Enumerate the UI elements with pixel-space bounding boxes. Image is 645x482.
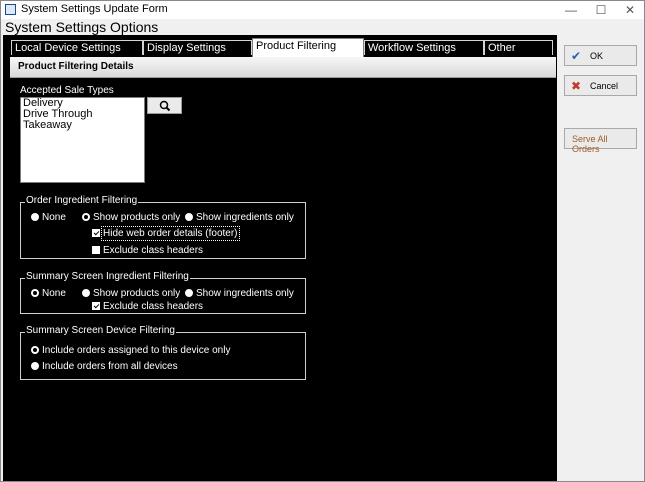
radio-summary-show-products[interactable]: Show products only	[82, 288, 180, 300]
group-title: Order Ingredient Filtering	[25, 195, 139, 206]
tab-content-area: Local Device Settings Display Settings P…	[3, 35, 557, 481]
order-ingredient-filtering-group: Order Ingredient Filtering None Show pro…	[20, 195, 306, 259]
summary-ingredient-filtering-group: Summary Screen Ingredient Filtering None…	[20, 271, 306, 314]
checkbox-hide-web-order[interactable]: Hide web order details (footer)	[92, 226, 240, 241]
window-title: System Settings Update Form	[21, 3, 168, 15]
app-icon	[5, 4, 16, 15]
tab-local-device-settings[interactable]: Local Device Settings	[11, 40, 143, 55]
checkmark-icon: ✔	[571, 49, 582, 63]
radio-order-show-ingredients[interactable]: Show ingredients only	[185, 212, 294, 224]
radio-device-all[interactable]: Include orders from all devices	[31, 361, 178, 373]
form-title: System Settings Options	[5, 19, 159, 35]
form-header: System Settings Options	[1, 19, 644, 35]
group-title: Summary Screen Ingredient Filtering	[25, 271, 190, 282]
product-filtering-panel: Product Filtering Details Accepted Sale …	[10, 57, 556, 477]
search-button[interactable]	[147, 97, 182, 114]
serve-all-orders-button[interactable]: Serve All Orders	[564, 128, 637, 154]
settings-window: System Settings Update Form — ☐ ✕ System…	[0, 0, 645, 482]
radio-summary-none[interactable]: None	[31, 288, 66, 300]
sale-types-list[interactable]: Delivery Drive Through Takeaway	[20, 97, 145, 183]
radio-device-this-only[interactable]: Include orders assigned to this device o…	[31, 345, 230, 357]
tab-display-settings[interactable]: Display Settings	[143, 40, 252, 55]
minimize-icon[interactable]: —	[556, 1, 586, 19]
list-item[interactable]: Takeaway	[21, 120, 144, 131]
radio-order-show-products[interactable]: Show products only	[82, 212, 180, 224]
panel-title: Product Filtering Details	[18, 61, 134, 72]
magnifier-icon	[159, 100, 171, 112]
group-title: Summary Screen Device Filtering	[25, 325, 176, 336]
cross-icon: ✖	[571, 79, 582, 93]
tab-other[interactable]: Other	[484, 40, 553, 55]
panel-header: Product Filtering Details	[10, 57, 556, 78]
checkbox-summary-exclude-class-headers[interactable]: Exclude class headers	[92, 301, 203, 313]
maximize-icon[interactable]: ☐	[586, 1, 616, 19]
accepted-sale-types-label: Accepted Sale Types	[20, 85, 114, 96]
radio-summary-show-ingredients[interactable]: Show ingredients only	[185, 288, 294, 300]
cancel-button[interactable]: ✖ Cancel	[564, 75, 637, 96]
tab-product-filtering[interactable]: Product Filtering	[252, 38, 364, 57]
tab-workflow-settings[interactable]: Workflow Settings	[364, 40, 484, 55]
ok-button[interactable]: ✔ OK	[564, 45, 637, 66]
checkbox-exclude-class-headers[interactable]: Exclude class headers	[92, 245, 203, 257]
summary-device-filtering-group: Summary Screen Device Filtering Include …	[20, 325, 306, 380]
radio-order-none[interactable]: None	[31, 212, 66, 224]
close-icon[interactable]: ✕	[615, 1, 645, 19]
title-bar: System Settings Update Form — ☐ ✕	[1, 1, 644, 19]
